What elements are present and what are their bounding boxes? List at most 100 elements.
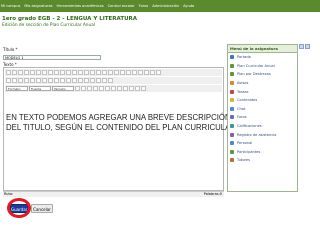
course-menu-item[interactable]: Participantes [228, 148, 297, 157]
cut-icon[interactable] [6, 78, 11, 83]
strikethrough-icon[interactable] [24, 70, 29, 75]
paste-word-icon[interactable] [30, 78, 35, 83]
replace-icon[interactable] [42, 78, 47, 83]
row-props-icon[interactable] [81, 86, 86, 91]
course-menu-item[interactable]: Foros [228, 113, 297, 122]
delete-col-icon[interactable] [105, 86, 110, 91]
save-highlight-circle [7, 198, 31, 218]
align-center-icon[interactable] [36, 70, 41, 75]
cancel-button[interactable]: Cancelar [31, 204, 53, 213]
grades-icon [230, 124, 234, 129]
course-title: 1ero grado EGB - 2 - LENGUA Y LITERATURA [2, 16, 138, 22]
special-char-icon[interactable] [72, 78, 77, 83]
course-menu-item[interactable]: Tareas [228, 87, 297, 96]
emoticon-icon[interactable] [60, 78, 65, 83]
image-icon[interactable] [108, 70, 113, 75]
paste-text-icon[interactable] [24, 78, 29, 83]
abbr-icon[interactable] [135, 86, 140, 91]
help-icon[interactable] [120, 70, 125, 75]
course-menu-item[interactable]: Personal [228, 139, 297, 148]
course-menu-item[interactable]: Avisos [228, 79, 297, 88]
bg-color-icon[interactable] [96, 78, 101, 83]
table-icon[interactable] [132, 70, 137, 75]
search-icon[interactable] [36, 78, 41, 83]
course-menu-item-label: Registro de asistencia [237, 132, 277, 137]
insert-col-icon[interactable] [99, 86, 104, 91]
cleanup-icon[interactable] [114, 70, 119, 75]
title-input[interactable]: MODELO 1 [3, 55, 101, 60]
code-icon[interactable] [126, 70, 131, 75]
fullscreen-icon[interactable] [54, 78, 59, 83]
announcement-icon [230, 81, 234, 86]
course-menu-item[interactable]: Contenidos [228, 96, 297, 105]
nav-item-administracion[interactable]: Administración [152, 4, 179, 8]
insert-row-icon[interactable] [87, 86, 92, 91]
nav-item-mi-campus[interactable]: Mi campus [1, 4, 20, 8]
nav-item-ayuda[interactable]: Ayuda [183, 4, 194, 8]
course-menu-item[interactable]: Tutores [228, 156, 297, 165]
editor-toolbar-row-3: Formato Fuente Tamaño [5, 85, 222, 92]
numbered-list-icon[interactable] [60, 70, 65, 75]
visual-aid-icon[interactable] [123, 86, 128, 91]
collapse-icon[interactable] [299, 44, 304, 49]
cite-icon[interactable] [141, 86, 146, 91]
redo-icon[interactable] [84, 70, 89, 75]
text-color-icon[interactable] [90, 78, 95, 83]
nav-item-mis-asignaturas[interactable]: Mis asignaturas [24, 4, 52, 8]
merge-cells-icon[interactable] [117, 86, 122, 91]
anchor-icon[interactable] [102, 70, 107, 75]
course-menu-item-label: Avisos [237, 81, 249, 86]
close-icon[interactable] [305, 44, 310, 49]
indent-icon[interactable] [72, 70, 77, 75]
rtl-icon[interactable] [84, 78, 89, 83]
home-icon [230, 55, 234, 60]
bold-icon[interactable] [6, 70, 11, 75]
spellcheck-icon[interactable] [48, 78, 53, 83]
split-cells-icon[interactable] [111, 86, 116, 91]
underline-icon[interactable] [18, 70, 23, 75]
course-menu-item[interactable]: Plan Curricular Anual [228, 62, 297, 71]
editor-text-line-2: DEL TITULO, SEGÚN EL CONTENIDO DEL PLAN … [6, 123, 236, 132]
task-icon [230, 89, 234, 94]
align-right-icon[interactable] [42, 70, 47, 75]
outdent-icon[interactable] [66, 70, 71, 75]
course-menu-item[interactable]: Portada [228, 53, 297, 62]
nav-item-foros[interactable]: Foros [139, 4, 149, 8]
remove-format-icon[interactable] [144, 70, 149, 75]
course-menu-item-label: Participantes [237, 149, 261, 154]
undo-icon[interactable] [78, 70, 83, 75]
copy-icon[interactable] [12, 78, 17, 83]
subscript-icon[interactable] [150, 70, 155, 75]
nav-item-control-escolar[interactable]: Control escolar [108, 4, 135, 8]
course-menu-item[interactable]: Registro de asistencia [228, 130, 297, 139]
title-label: Título * [3, 47, 18, 52]
editor-content[interactable]: EN TEXTO PODEMOS AGREGAR UNA BREVE DESCR… [6, 113, 236, 133]
page-title: Edición de sección de Plan Curricular An… [2, 23, 96, 28]
attribs-icon[interactable] [129, 86, 134, 91]
preview-icon[interactable] [108, 78, 113, 83]
paste-icon[interactable] [18, 78, 23, 83]
course-menu-item[interactable]: Chat [228, 105, 297, 114]
course-menu-item[interactable]: Calificaciones [228, 122, 297, 131]
media-icon[interactable] [66, 78, 71, 83]
bullet-list-icon[interactable] [54, 70, 59, 75]
cell-props-icon[interactable] [75, 86, 80, 91]
editor-text-line-1: EN TEXTO PODEMOS AGREGAR UNA BREVE DESCR… [6, 113, 231, 122]
align-justify-icon[interactable] [48, 70, 53, 75]
link-icon[interactable] [90, 70, 95, 75]
align-left-icon[interactable] [30, 70, 35, 75]
unlink-icon[interactable] [96, 70, 101, 75]
hr-icon[interactable] [138, 70, 143, 75]
course-menu-item[interactable]: Plan por Destrezas [228, 70, 297, 79]
italic-icon[interactable] [12, 70, 17, 75]
panel-controls [299, 44, 310, 49]
format-select[interactable]: Formato [6, 86, 28, 91]
print-icon[interactable] [102, 78, 107, 83]
ltr-icon[interactable] [78, 78, 83, 83]
delete-row-icon[interactable] [93, 86, 98, 91]
font-select[interactable]: Fuente [29, 86, 51, 91]
document-icon [230, 72, 234, 77]
nav-item-herramientas[interactable]: Herramientas académicas [57, 4, 104, 8]
superscript-icon[interactable] [156, 70, 161, 75]
size-select[interactable]: Tamaño [52, 86, 74, 91]
